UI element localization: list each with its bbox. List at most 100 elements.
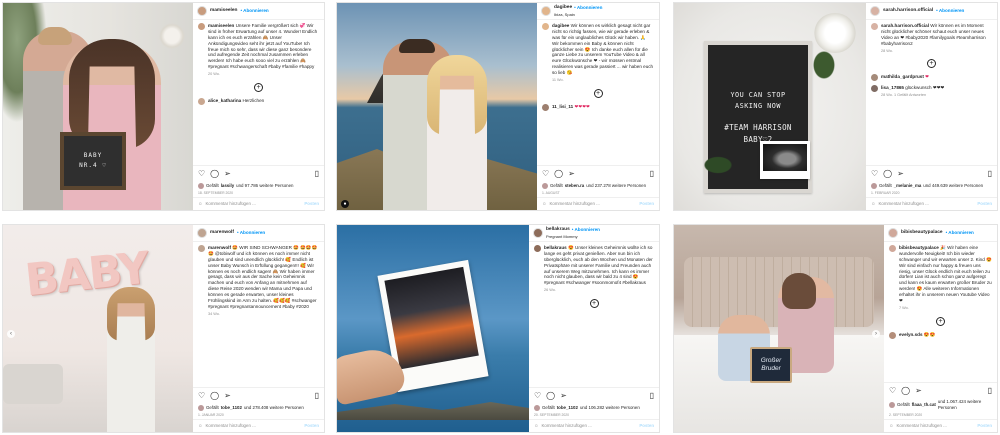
post-comment-button[interactable]: Posten (304, 201, 319, 207)
post-image-2[interactable]: ● (337, 3, 537, 210)
follow-button[interactable]: • Abonnieren (936, 8, 964, 14)
add-comment-input[interactable]: Kommentar hinzufügen ... (205, 201, 255, 207)
load-more-comments-button[interactable]: + (534, 299, 654, 309)
load-more-comments-button[interactable]: + (198, 82, 319, 92)
heart-icon[interactable]: ♡ (889, 386, 896, 396)
bookmark-icon[interactable]: ▯ (650, 391, 654, 401)
likes-user[interactable]: tobe_1102 (557, 405, 578, 411)
bookmark-icon[interactable]: ▯ (988, 386, 992, 396)
likes-rest[interactable]: und 237.278 weitere Personen (586, 183, 646, 189)
caption-username[interactable]: dagibee (552, 23, 569, 28)
heart-icon[interactable]: ♡ (871, 169, 878, 179)
comment-icon[interactable]: ◯ (883, 169, 892, 179)
post-location[interactable]: Ibiza, Spain (554, 12, 602, 17)
share-icon[interactable]: ➢ (224, 169, 231, 179)
post-comment-button[interactable]: Posten (639, 423, 654, 429)
post-username[interactable]: bibisbeautypalace (901, 230, 943, 236)
post-image-4[interactable]: BABY ‹ (3, 225, 193, 432)
caption-username[interactable]: bellakraus (544, 245, 567, 250)
load-more-comments-button[interactable]: + (889, 316, 992, 326)
avatar[interactable] (870, 6, 880, 16)
add-comment-input[interactable]: Kommentar hinzufügen ... (205, 423, 255, 429)
add-comment-input[interactable]: Kommentar hinzufügen ... (896, 423, 946, 429)
follow-button[interactable]: • Abonnieren (946, 230, 974, 236)
commenter-username[interactable]: alice_katharina (208, 98, 241, 103)
share-icon[interactable]: ➢ (224, 391, 231, 401)
load-more-comments-button[interactable]: + (871, 59, 992, 69)
commenter-username[interactable]: evelyn.sds (899, 332, 923, 337)
commenter-username[interactable]: 11_lisi_11 (552, 104, 573, 109)
commenter-username[interactable]: lisa_17865 (881, 85, 904, 90)
post-image-1[interactable]: BABY NR.4 ♡ (3, 3, 193, 210)
avatar[interactable] (533, 228, 543, 238)
likes-rest[interactable]: und 278.408 weitere Personen (244, 405, 304, 411)
chevron-right-icon[interactable]: › (872, 329, 880, 338)
comment-icon[interactable]: ◯ (901, 386, 910, 396)
commenter-avatar[interactable] (542, 103, 549, 111)
avatar[interactable] (541, 6, 551, 16)
commenter-avatar[interactable] (889, 331, 896, 339)
comment-icon[interactable]: ◯ (554, 169, 563, 179)
add-comment-input[interactable]: Kommentar hinzufügen ... (541, 423, 591, 429)
chevron-left-icon[interactable]: ‹ (7, 329, 15, 338)
share-icon[interactable]: ➢ (897, 169, 904, 179)
tagged-user-icon[interactable]: ● (341, 200, 349, 208)
caption-username[interactable]: marenwolf (208, 245, 231, 250)
heart-icon[interactable]: ♡ (198, 391, 205, 401)
post-comment-button[interactable]: Posten (639, 201, 654, 207)
post-image-5[interactable] (337, 225, 529, 432)
share-icon[interactable]: ➢ (915, 386, 922, 396)
post-comment-button[interactable]: Posten (977, 423, 992, 429)
avatar[interactable] (888, 228, 898, 238)
post-username[interactable]: marenwolf (210, 230, 234, 236)
emoji-icon[interactable]: ☺ (198, 423, 202, 429)
bookmark-icon[interactable]: ▯ (988, 169, 992, 179)
follow-button[interactable]: • Abonnieren (237, 230, 265, 236)
avatar[interactable] (197, 6, 207, 16)
commenter-avatar[interactable] (198, 97, 205, 105)
emoji-icon[interactable]: ☺ (889, 423, 893, 429)
heart-icon[interactable]: ♡ (198, 169, 205, 179)
commenter-avatar[interactable] (871, 74, 878, 82)
share-icon[interactable]: ➢ (560, 391, 567, 401)
bookmark-icon[interactable]: ▯ (650, 169, 654, 179)
emoji-icon[interactable]: ☺ (198, 201, 202, 207)
likes-user[interactable]: _melanie_ma (894, 183, 922, 189)
comment-icon[interactable]: ◯ (546, 391, 555, 401)
heart-icon[interactable]: ♡ (542, 169, 549, 179)
load-more-comments-button[interactable]: + (542, 88, 654, 98)
likes-rest[interactable]: und 106.282 weitere Personen (580, 405, 640, 411)
post-image-6[interactable]: Großer Bruder › (674, 225, 884, 432)
emoji-icon[interactable]: ☺ (542, 201, 546, 207)
emoji-icon[interactable]: ☺ (534, 423, 538, 429)
bookmark-icon[interactable]: ▯ (315, 169, 319, 179)
caption-username[interactable]: sarah.harrison.official (881, 23, 929, 28)
likes-user[interactable]: tobe_1102 (221, 405, 242, 411)
comment-icon[interactable]: ◯ (210, 169, 219, 179)
bookmark-icon[interactable]: ▯ (315, 391, 319, 401)
heart-icon[interactable]: ♡ (534, 391, 541, 401)
post-image-3[interactable]: YOU CAN STOP ASKING NOW #TEAM HARRISON B… (674, 3, 866, 210)
follow-button[interactable]: • Abonnieren (240, 8, 268, 14)
likes-user[interactable]: flaaa_th.cat (912, 402, 936, 408)
post-location[interactable]: Pregnant Mommy (546, 234, 600, 239)
likes-rest[interactable]: und 1.067.424 weitere Personen (938, 399, 992, 410)
add-comment-input[interactable]: Kommentar hinzufügen ... (878, 201, 928, 207)
avatar[interactable] (197, 228, 207, 238)
post-comment-button[interactable]: Posten (304, 423, 319, 429)
emoji-icon[interactable]: ☺ (871, 201, 875, 207)
likes-user[interactable]: steben.ra (565, 183, 585, 189)
commenter-avatar[interactable] (871, 85, 878, 93)
caption-username[interactable]: bibisbeautypalace (899, 245, 939, 250)
likes-rest[interactable]: und 449.639 weitere Personen (923, 183, 983, 189)
post-username[interactable]: sarah.harrison.official (883, 8, 933, 14)
commenter-username[interactable]: mathilda_gardprust (881, 74, 924, 79)
add-comment-input[interactable]: Kommentar hinzufügen ... (549, 201, 599, 207)
caption-username[interactable]: mamiseelen (208, 23, 234, 28)
post-username[interactable]: mamiseelen (210, 8, 237, 14)
share-icon[interactable]: ➢ (568, 169, 575, 179)
comment-icon[interactable]: ◯ (210, 391, 219, 401)
post-comment-button[interactable]: Posten (977, 201, 992, 207)
likes-user[interactable]: lassily (221, 183, 234, 189)
likes-rest[interactable]: und 97.786 weitere Personen (236, 183, 293, 189)
